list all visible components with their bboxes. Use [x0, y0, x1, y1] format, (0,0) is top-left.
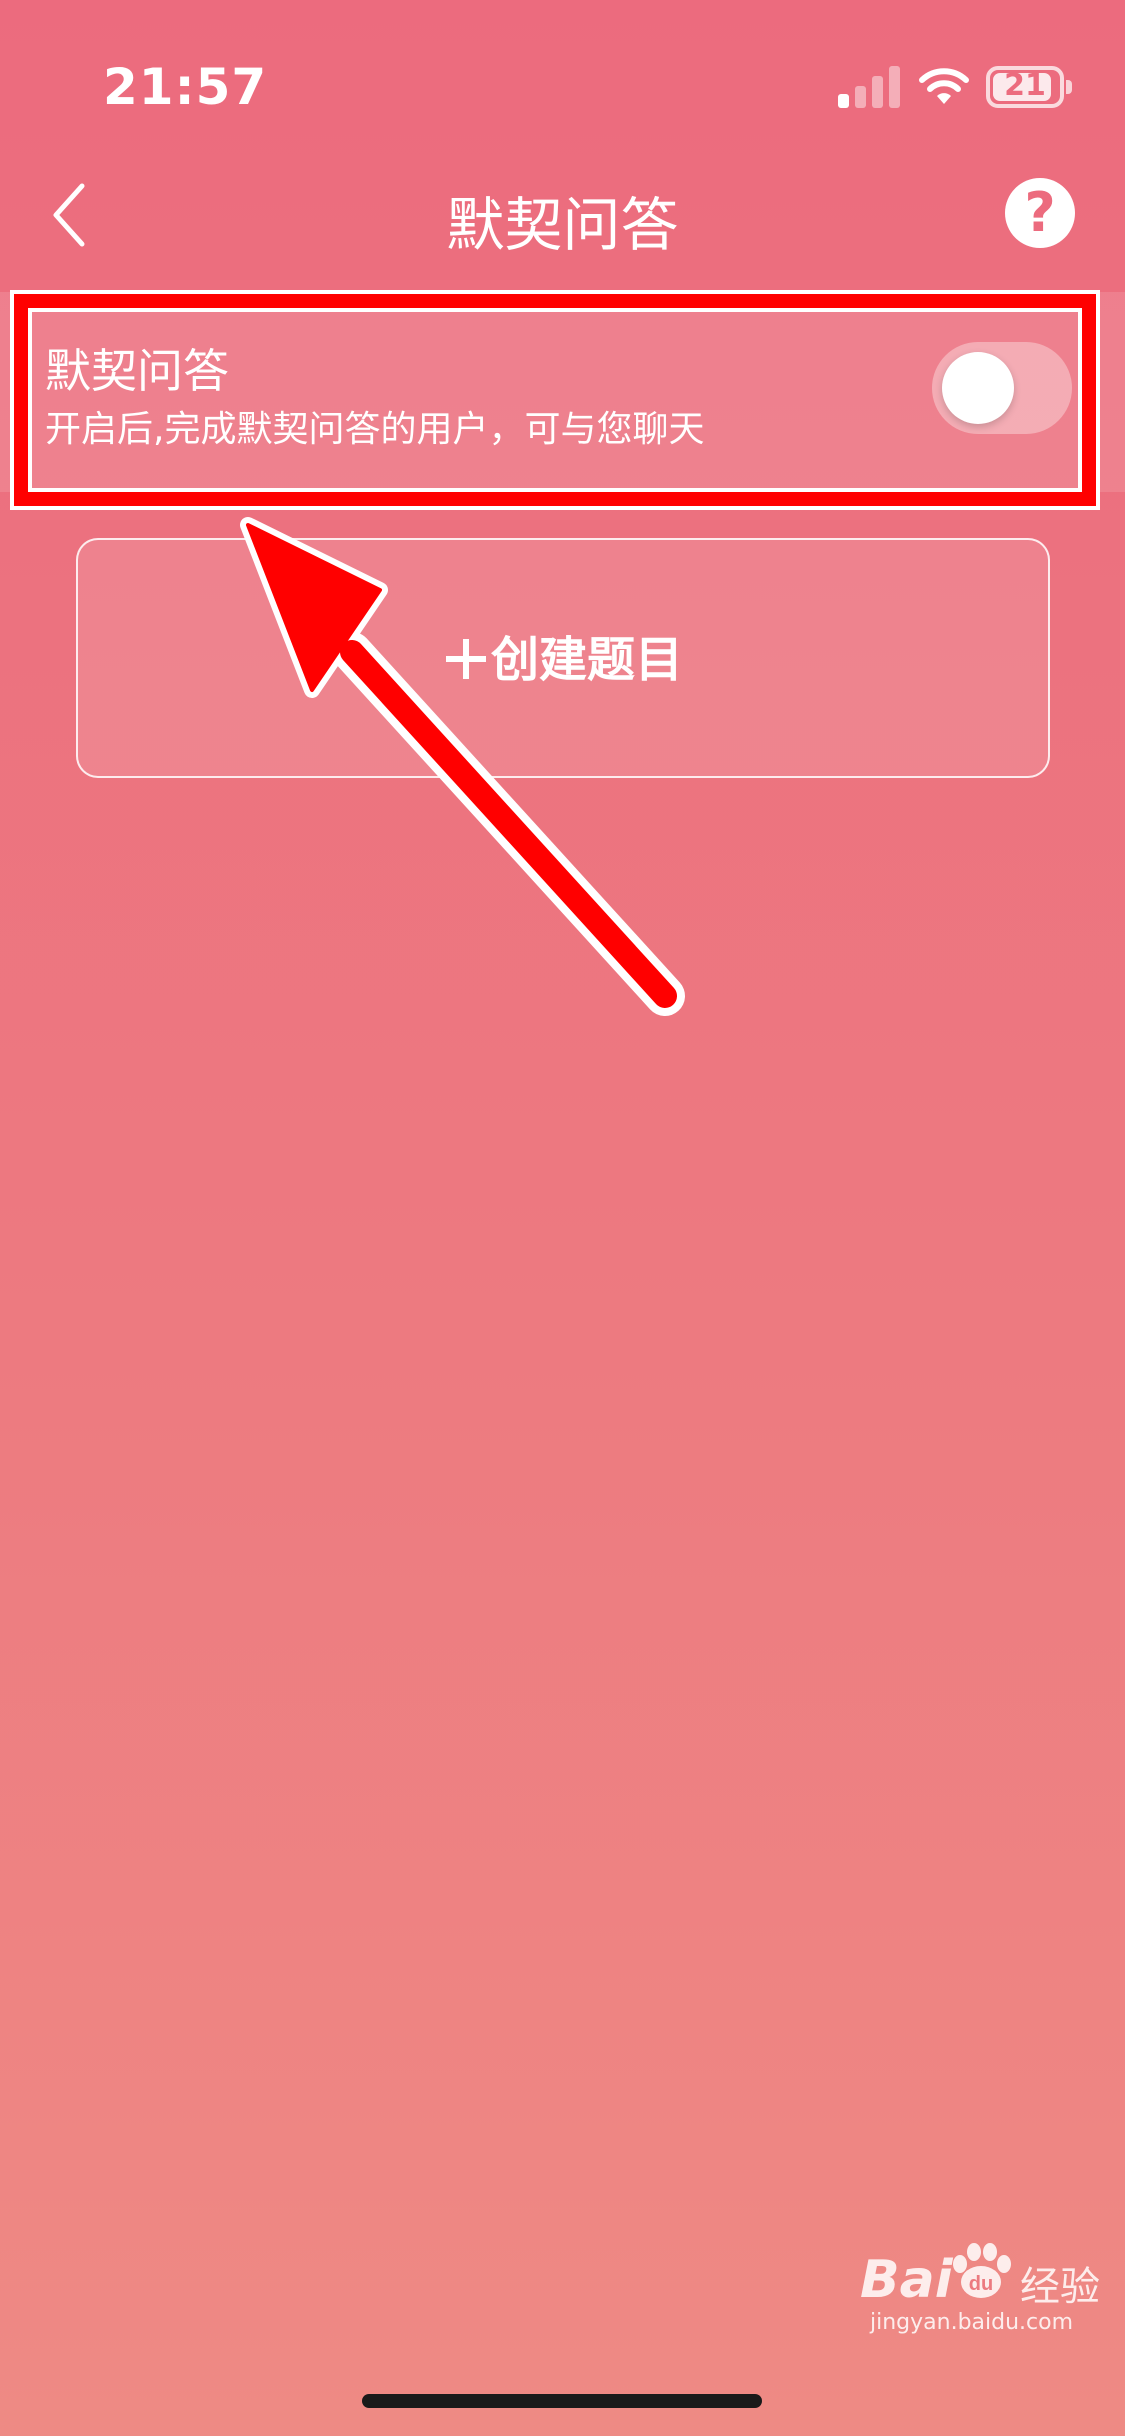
- watermark-cn: 经验: [1020, 2264, 1100, 2310]
- home-indicator[interactable]: [362, 2394, 762, 2408]
- baidu-paw-icon: du: [953, 2243, 1011, 2298]
- watermark-brand-suffix: du: [969, 2273, 993, 2295]
- baidu-watermark: Bai du 经验 jingyan.baidu.com: [860, 2242, 1100, 2335]
- watermark-url: jingyan.baidu.com: [870, 2310, 1074, 2335]
- watermark-brand: Bai: [860, 2250, 953, 2310]
- annotation-arrow: [240, 517, 685, 1016]
